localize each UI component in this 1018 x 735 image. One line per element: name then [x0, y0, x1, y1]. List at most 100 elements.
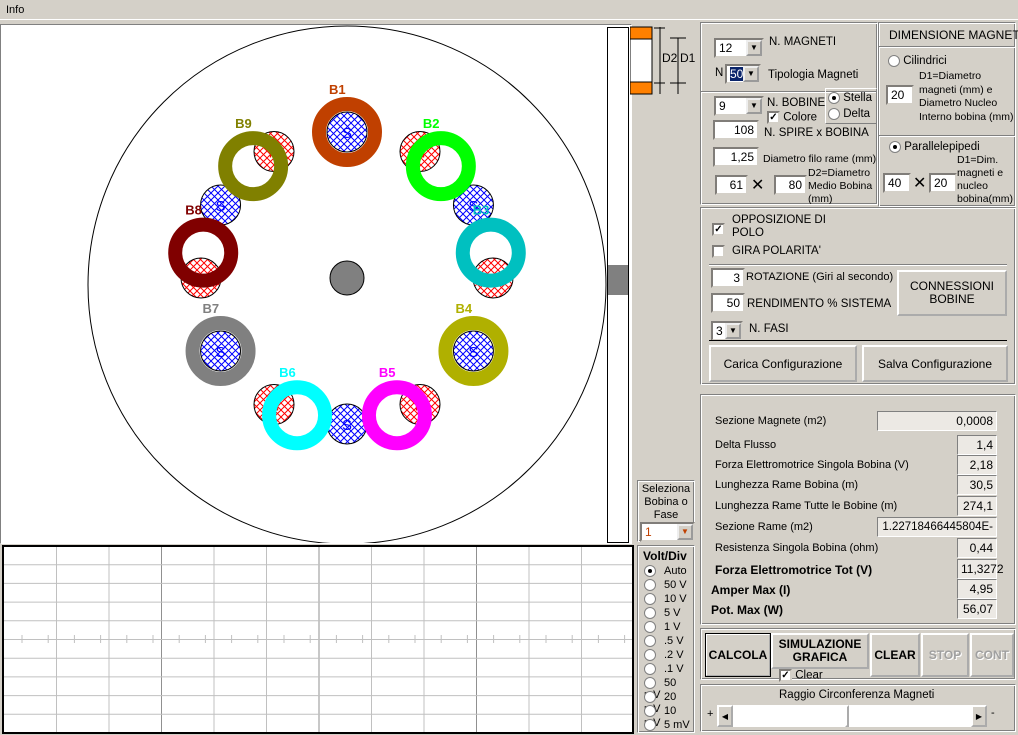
actions-group: CALCOLA SIMULAZIONE GRAFICA ✓ Clear CLEA… — [700, 628, 1016, 682]
radio-voltdiv[interactable]: 5 mV — [644, 719, 690, 732]
result-value: 30,5 — [957, 475, 997, 495]
n-bobine-select[interactable]: 9 ▼ — [714, 96, 764, 116]
rotor-canvas: S N S N S N S N S N S N B1 B2 B3 B4 B5 B6 B7 B8 B9 — [0, 24, 632, 545]
opposizione-checkbox[interactable]: ✓ — [712, 223, 725, 236]
connessioni-button[interactable]: CONNESSIONI BOBINE — [897, 270, 1007, 316]
salva-button[interactable]: Salva Configurazione — [862, 345, 1008, 382]
result-value: 0,0008 — [877, 411, 997, 431]
colore-checkbox[interactable]: ✓ Colore — [767, 111, 817, 124]
coil-dimension-diagram: D2 D1 — [630, 26, 696, 95]
radio-voltdiv[interactable]: 50 V — [644, 579, 687, 592]
chevron-down-icon[interactable]: ▼ — [677, 524, 693, 540]
radio-delta[interactable]: Delta — [828, 108, 870, 120]
radio-parallelepipedi[interactable]: Parallelepipedi — [889, 141, 980, 153]
result-label: Amper Max (I) — [711, 583, 791, 597]
par-label: D1=Dim. magneti e nucleo bobina(mm) — [957, 154, 1014, 205]
simulazione-button[interactable]: SIMULAZIONE GRAFICA — [771, 633, 869, 669]
radio-stella[interactable]: Stella — [828, 92, 872, 104]
connection-group: Stella Delta — [825, 88, 877, 124]
slider-thumb[interactable] — [845, 705, 850, 727]
coil-label: B5 — [379, 365, 396, 380]
raggio-group: Raggio Circonferenza Magneti + ◀ ▶ - — [700, 684, 1016, 732]
vertical-scrollbar[interactable] — [607, 27, 629, 543]
options-group: ✓ OPPOSIZIONE DI POLO GIRA POLARITA' 3 R… — [700, 207, 1016, 385]
menu-info[interactable]: Info — [6, 4, 24, 16]
magnet-pole-label: S — [216, 198, 226, 215]
gira-label: GIRA POLARITA' — [732, 245, 821, 257]
coil-label: B4 — [455, 301, 472, 316]
radio-voltdiv[interactable]: .1 V — [644, 663, 684, 676]
radio-voltdiv[interactable]: 5 V — [644, 607, 681, 620]
coil-label: B9 — [235, 116, 252, 131]
result-value: 0,44 — [957, 538, 997, 558]
result-label: Forza Elettromotrice Singola Bobina (V) — [715, 459, 909, 471]
radio-voltdiv[interactable]: 10 V — [644, 593, 687, 606]
d-b-input[interactable]: 80 — [774, 175, 807, 195]
filo-label: Diametro filo rame (mm) — [763, 153, 877, 165]
radio-voltdiv[interactable]: .5 V — [644, 635, 684, 648]
dimensione-title: DIMENSIONE MAGNETI — [889, 28, 1018, 42]
raggio-label: Raggio Circonferenza Magneti — [779, 689, 935, 701]
chevron-down-icon[interactable]: ▼ — [725, 323, 741, 339]
par-a-input[interactable]: 40 — [883, 173, 911, 193]
opposizione-label: OPPOSIZIONE DI POLO — [732, 214, 826, 239]
rendimento-label: RENDIMENTO % SISTEMA — [747, 298, 892, 310]
tipologia-label: Tipologia Magneti — [768, 69, 859, 81]
plus-label: + — [707, 708, 714, 720]
result-label: Delta Flusso — [715, 439, 777, 451]
calcola-button[interactable]: CALCOLA — [705, 633, 771, 677]
fasi-select[interactable]: 3 ▼ — [711, 321, 743, 341]
radio-voltdiv[interactable]: 1 V — [644, 621, 681, 634]
carica-button[interactable]: Carica Configurazione — [709, 345, 857, 382]
rotazione-input[interactable]: 3 — [711, 268, 745, 288]
menu-bar: Info — [0, 0, 1018, 20]
result-value: 56,07 — [957, 599, 997, 619]
stop-button[interactable]: STOP — [921, 633, 969, 677]
magnet-pole-label: S — [342, 125, 352, 142]
result-label: Sezione Rame (m2) — [715, 521, 813, 533]
spire-input[interactable]: 108 — [713, 120, 759, 140]
minus-label: - — [991, 707, 995, 719]
cont-button[interactable]: CONT — [970, 633, 1014, 677]
d-a-input[interactable]: 61 — [715, 175, 748, 195]
par-b-input[interactable]: 20 — [929, 173, 957, 193]
coil-label: B2 — [423, 116, 440, 131]
d2-label: D2 — [662, 51, 678, 65]
filo-input[interactable]: 1,25 — [713, 147, 759, 167]
gira-checkbox[interactable] — [712, 245, 725, 258]
arrow-right-icon[interactable]: ▶ — [971, 705, 987, 727]
chevron-down-icon[interactable]: ▼ — [746, 40, 762, 56]
select-coil-label: Seleziona Bobina o Fase — [641, 483, 691, 521]
coil-label: B6 — [279, 365, 296, 380]
rendimento-input[interactable]: 50 — [711, 293, 745, 313]
grade-select[interactable]: 50 ▼ — [725, 64, 761, 84]
chevron-down-icon[interactable]: ▼ — [746, 98, 762, 114]
clear-checkbox[interactable]: ✓ Clear — [779, 669, 823, 682]
d1-label: D1 — [680, 51, 696, 65]
chevron-down-icon[interactable]: ▼ — [743, 66, 759, 82]
volt-div-title: Volt/Div — [643, 549, 687, 563]
result-label: Sezione Magnete (m2) — [715, 415, 827, 427]
times-icon: ✕ — [751, 177, 765, 194]
result-value: 2,18 — [957, 455, 997, 475]
magnet-pole-label: S — [216, 344, 226, 361]
n-magneti-label: N. MAGNETI — [769, 36, 837, 48]
select-coil-group: Seleziona Bobina o Fase 1 ▼ — [637, 480, 695, 542]
raggio-slider[interactable]: ◀ ▶ — [717, 705, 987, 727]
radio-voltdiv[interactable]: .2 V — [644, 649, 684, 662]
volt-div-group: Volt/Div Auto 50 V 10 V5 V1 V .5 V .2 V .1 V 5… — [637, 545, 695, 733]
arrow-left-icon[interactable]: ◀ — [717, 705, 733, 727]
result-value: 1,4 — [957, 435, 997, 455]
scroll-thumb[interactable] — [608, 265, 628, 295]
rotor-drawing: SNSNSNSNSNSNB1B2B3B4B5B6B7B8B9 — [87, 25, 607, 545]
coil-select[interactable]: 1 ▼ — [640, 522, 695, 542]
cil-input[interactable]: 20 — [886, 85, 914, 105]
d2-label-text: D2=Diametro Medio Bobina (mm) — [808, 167, 873, 205]
n-magneti-select[interactable]: 12 ▼ — [714, 38, 764, 58]
result-value: 274,1 — [957, 496, 997, 516]
radio-cilindrici[interactable]: Cilindrici — [888, 55, 947, 67]
results-group: Sezione Magnete (m2) 0,0008 Delta Flusso 1,… — [700, 394, 1016, 625]
radio-voltdiv[interactable]: Auto — [644, 565, 687, 578]
result-value: 11,3272 — [957, 559, 1004, 579]
clear-button[interactable]: CLEAR — [870, 633, 920, 677]
